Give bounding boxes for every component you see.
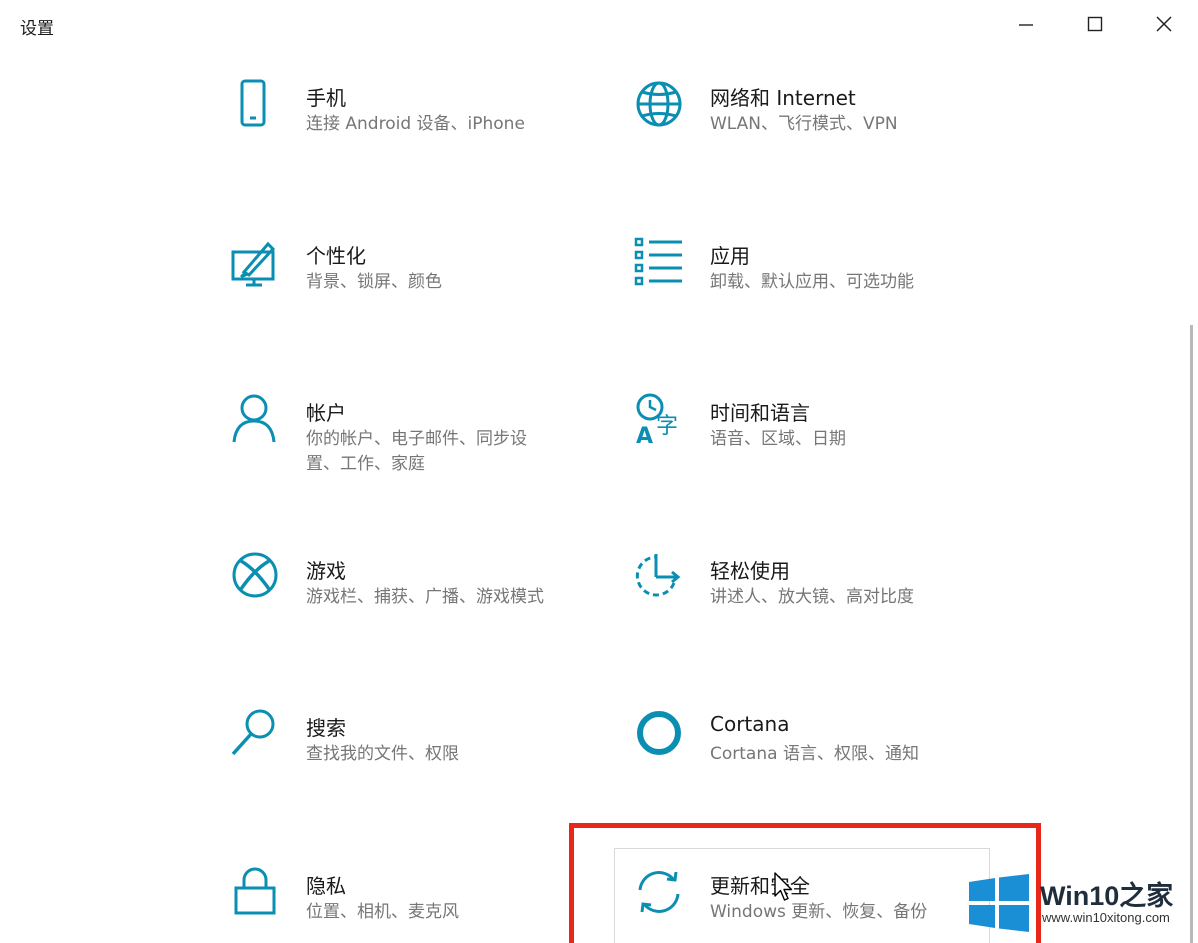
minimize-button[interactable] [1002,6,1050,42]
tile-title: 帐户 [306,401,346,425]
settings-tile-search[interactable]: 搜索 查找我的文件、权限 [230,708,590,828]
tile-title: 手机 [306,86,346,110]
settings-tile-accounts[interactable]: 帐户 你的帐户、电子邮件、同步设置、工作、家庭 [230,393,590,513]
lock-icon [230,866,286,922]
tile-description: Cortana 语言、权限、通知 [710,744,919,764]
cortana-icon [634,708,690,764]
apps-icon [634,236,690,292]
settings-tile-privacy[interactable]: 隐私 位置、相机、麦克风 [230,866,590,943]
tile-title: 轻松使用 [710,559,790,583]
tile-title: 搜索 [306,716,346,740]
tile-description: 背景、锁屏、颜色 [306,272,442,292]
time-language-icon: A 字 [634,393,690,449]
tile-title: 游戏 [306,559,346,583]
tile-title: 隐私 [306,874,346,898]
person-icon [230,393,286,449]
tile-title: 时间和语言 [710,401,810,425]
settings-window: 设置 手机 连接 Android 设备、iPhone 网络和 Internet … [0,0,1198,943]
phone-icon [230,78,286,134]
watermark: Win10之家 www.win10xitong.com [962,866,1198,943]
ease-of-access-icon [634,551,690,607]
window-title: 设置 [20,19,54,39]
settings-tile-ease-of-access[interactable]: 轻松使用 讲述人、放大镜、高对比度 [634,551,994,671]
globe-icon [634,78,690,134]
minimize-icon [1019,24,1033,26]
settings-tile-apps[interactable]: 应用 卸载、默认应用、可选功能 [634,236,994,356]
close-button[interactable] [1140,6,1188,42]
tile-description: 语音、区域、日期 [710,429,846,449]
personalization-icon [230,236,286,292]
settings-tile-phone[interactable]: 手机 连接 Android 设备、iPhone [230,78,590,198]
title-bar: 设置 [0,0,1198,48]
maximize-button[interactable] [1071,6,1119,42]
tile-description: 你的帐户、电子邮件、同步设置、工作、家庭 [306,429,527,474]
svg-text:A: A [636,424,653,449]
tile-description: 连接 Android 设备、iPhone [306,114,525,134]
maximize-icon [1087,16,1103,32]
tile-title: 网络和 Internet [710,86,856,110]
tile-title: Cortana [710,712,790,736]
tile-description: 卸载、默认应用、可选功能 [710,272,914,292]
scrollbar-thumb[interactable] [1190,325,1193,943]
settings-tile-gaming[interactable]: 游戏 游戏栏、捕获、广播、游戏模式 [230,551,590,671]
search-icon [230,708,286,764]
tile-title: 个性化 [306,244,366,268]
settings-tile-network[interactable]: 网络和 Internet WLAN、飞行模式、VPN [634,78,994,198]
close-icon [1156,16,1172,32]
xbox-icon [230,551,286,607]
tile-title: 应用 [710,244,750,268]
settings-tile-personalization[interactable]: 个性化 背景、锁屏、颜色 [230,236,590,356]
settings-tile-time-language[interactable]: A 字 时间和语言 语音、区域、日期 [634,393,994,513]
tile-description: 游戏栏、捕获、广播、游戏模式 [306,587,544,607]
tile-description: 查找我的文件、权限 [306,744,459,764]
tile-description: 讲述人、放大镜、高对比度 [710,587,914,607]
tile-description: 位置、相机、麦克风 [306,902,459,922]
mouse-cursor-icon [774,872,794,906]
tile-description: WLAN、飞行模式、VPN [710,114,898,134]
watermark-title: Win10之家 [1040,881,1174,911]
svg-text:字: 字 [656,414,678,439]
settings-tile-cortana[interactable]: Cortana Cortana 语言、权限、通知 [634,708,994,828]
windows-logo-icon [967,874,1031,936]
watermark-url: www.win10xitong.com [1042,910,1170,925]
